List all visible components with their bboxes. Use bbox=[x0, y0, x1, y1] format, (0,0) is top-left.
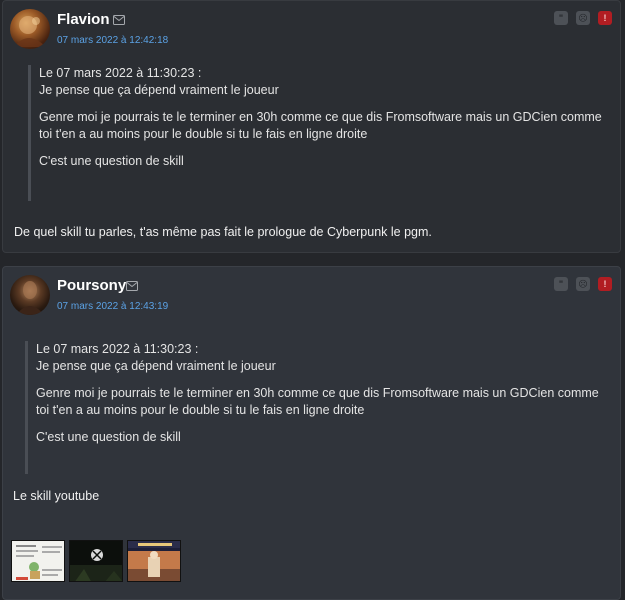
post-date-link[interactable]: 07 mars 2022 à 12:43:19 bbox=[57, 301, 168, 312]
quote-line: Je pense que ça dépend vraiment le joueu… bbox=[39, 83, 279, 97]
quote-block: Le 07 mars 2022 à 11:30:23 : Je pense qu… bbox=[28, 65, 618, 201]
quote-block: Le 07 mars 2022 à 11:30:23 : Je pense qu… bbox=[25, 341, 615, 474]
private-message-icon[interactable]: ☹ bbox=[576, 277, 590, 291]
document-thumbnail[interactable] bbox=[11, 540, 65, 582]
quote-line: Genre moi je pourrais te le terminer en … bbox=[36, 386, 599, 417]
quote-icon[interactable]: " bbox=[554, 11, 568, 25]
post-actions: " ☹ ! bbox=[554, 11, 612, 25]
avatar[interactable] bbox=[10, 275, 50, 315]
private-message-icon[interactable]: ☹ bbox=[576, 11, 590, 25]
avatar[interactable] bbox=[10, 9, 50, 49]
report-icon[interactable]: ! bbox=[598, 277, 612, 291]
report-icon[interactable]: ! bbox=[598, 11, 612, 25]
username[interactable]: Flavion bbox=[57, 11, 110, 28]
post-body: Le skill youtube bbox=[13, 489, 100, 503]
quote-line: C'est une question de skill bbox=[36, 430, 181, 444]
quote-line: C'est une question de skill bbox=[39, 154, 184, 168]
post-date-link[interactable]: 07 mars 2022 à 12:42:18 bbox=[57, 35, 168, 46]
fallout-cover-thumbnail[interactable] bbox=[127, 540, 181, 582]
quote-line: Je pense que ça dépend vraiment le joueu… bbox=[36, 359, 276, 373]
xbox-thumbnail[interactable] bbox=[69, 540, 123, 582]
image-thumbnails bbox=[11, 540, 181, 582]
quote-header: Le 07 mars 2022 à 11:30:23 : bbox=[36, 342, 199, 356]
quote-icon[interactable]: " bbox=[554, 277, 568, 291]
quote-header: Le 07 mars 2022 à 11:30:23 : bbox=[39, 66, 202, 80]
quote-line: Genre moi je pourrais te le terminer en … bbox=[39, 110, 602, 141]
forum-post: Flavion 07 mars 2022 à 12:42:18 " ☹ ! Le… bbox=[2, 0, 621, 253]
post-actions: " ☹ ! bbox=[554, 277, 612, 291]
mail-icon[interactable] bbox=[113, 15, 125, 25]
username[interactable]: Poursony bbox=[57, 277, 126, 294]
mail-icon[interactable] bbox=[126, 281, 138, 291]
post-body: De quel skill tu parles, t'as même pas f… bbox=[14, 225, 432, 239]
